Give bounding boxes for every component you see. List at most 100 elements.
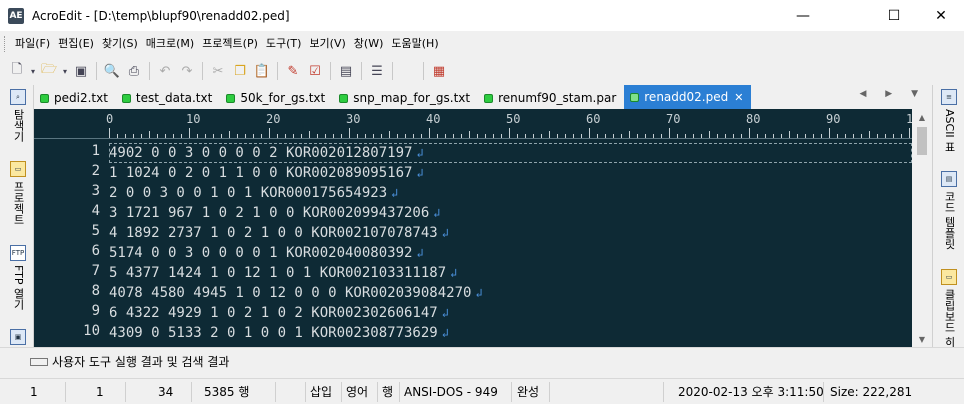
toolbar-separator (277, 62, 278, 80)
ruler-tick (853, 134, 854, 138)
ruler-tick (773, 134, 774, 138)
file-status-icon (40, 93, 49, 103)
code-line[interactable]: 3 1721 967 1 0 2 1 0 0 KOR002099437206 ↲ (109, 203, 441, 223)
sidebar-tab-project[interactable]: ▭ 프로젝트 (8, 161, 28, 225)
tab-snp-map-for-gs[interactable]: snp_map_for_gs.txt (333, 87, 478, 109)
ruler-tick (525, 134, 526, 138)
line-end-icon: ↲ (450, 266, 458, 280)
ruler-tick (613, 134, 614, 138)
sidebar-tab-window[interactable]: ▣ (8, 329, 28, 349)
scroll-down-icon[interactable]: ▼ (912, 331, 932, 347)
code-line[interactable]: 4 1892 2737 1 0 2 1 0 0 KOR002107078743 ↲ (109, 223, 449, 243)
ruler-tick (581, 134, 582, 138)
ascii-icon: ≡ (941, 89, 957, 105)
maximize-button[interactable]: ☐ (871, 0, 917, 31)
tab-50k-for-gs[interactable]: 50k_for_gs.txt (220, 87, 333, 109)
close-button[interactable]: ✕ (918, 0, 964, 31)
ruler-tick (685, 134, 686, 138)
save-icon[interactable]: ▣ (70, 60, 92, 82)
code-line[interactable]: 2 0 0 3 0 0 1 0 1 KOR000175654923 ↲ (109, 183, 398, 203)
code-line[interactable]: 1 1024 0 2 0 1 1 0 0 KOR002089095167 ↲ (109, 163, 424, 183)
sidebar-tab-label: ASCII 표 (943, 109, 956, 153)
open-folder-icon[interactable]: 🗁 (38, 60, 60, 82)
scroll-up-icon[interactable]: ▲ (912, 109, 932, 125)
toolbar-separator (149, 62, 150, 80)
menu-project[interactable]: 프로젝트(P) (198, 31, 262, 57)
ruler-tick (437, 134, 438, 138)
menu-tools[interactable]: 도구(T) (262, 31, 306, 57)
code-text-area[interactable]: 4902 0 0 3 0 0 0 0 2 KOR002012807197 ↲ 1 1… (109, 140, 912, 347)
line-number: 9 (91, 303, 100, 319)
page-icon[interactable]: ▤ (335, 60, 357, 82)
menu-view[interactable]: 보기(V) (305, 31, 349, 57)
line-number: 3 (91, 183, 100, 199)
sidebar-tab-ascii[interactable]: ≡ ASCII 표 (939, 89, 959, 152)
list-icon[interactable]: ☰ (366, 60, 388, 82)
vertical-scrollbar[interactable]: ▲ ▼ (912, 109, 932, 347)
line-number: 7 (91, 263, 100, 279)
menu-macro[interactable]: 매크로(M) (142, 31, 198, 57)
undo-icon[interactable]: ↶ (154, 60, 176, 82)
sidebar-tab-ftp[interactable]: FTP FTP 열기 (8, 245, 28, 310)
copy-icon[interactable]: ❐ (229, 60, 251, 82)
ruler-tick (445, 134, 446, 138)
ruler-tick (117, 134, 118, 138)
tab-close-icon[interactable]: ✕ (734, 91, 743, 104)
code-line[interactable]: 5174 0 0 3 0 0 0 0 1 KOR002040080392 ↲ (109, 243, 424, 263)
tab-renumf90-stam[interactable]: renumf90_stam.par (478, 87, 624, 109)
code-line[interactable]: 4902 0 0 3 0 0 0 0 2 KOR002012807197 ↲ (109, 143, 424, 163)
ruler-tick (333, 134, 334, 138)
minimize-button[interactable]: — (780, 0, 826, 31)
ruler-tick (381, 134, 382, 138)
ruler-tick (197, 134, 198, 138)
tab-renadd02[interactable]: renadd02.ped ✕ (624, 85, 752, 109)
menu-file[interactable]: 파일(F) (11, 31, 54, 57)
sidebar-tab-explorer[interactable]: ⌕ 탐색기 (8, 89, 28, 142)
editor-area[interactable]: 0 10 20 30 40 50 60 70 80 90 10 1 2 3 4 5 6 7 8 9 10 4902 0… (34, 109, 932, 347)
status-line-mode: 행 (378, 381, 400, 402)
code-line[interactable]: 4078 4580 4945 1 0 12 0 0 0 KOR002039084… (109, 283, 483, 303)
print-preview-icon[interactable]: 🔍 (101, 60, 123, 82)
menu-window[interactable]: 창(W) (350, 31, 388, 57)
menu-edit[interactable]: 편집(E) (54, 31, 98, 57)
redo-icon[interactable]: ↷ (176, 60, 198, 82)
menu-find[interactable]: 찾기(S) (98, 31, 142, 57)
calendar-icon[interactable]: ▦ (428, 60, 450, 82)
status-column: 1 (0, 381, 66, 402)
marker-icon[interactable]: ✎ (282, 60, 304, 82)
ruler-tick (469, 131, 470, 138)
ruler-tick (549, 131, 550, 138)
tab-pedi2[interactable]: pedi2.txt (34, 87, 116, 109)
print-icon[interactable]: ⎙ (123, 60, 145, 82)
window-title: AcroEdit - [D:\temp\blupf90\renadd02.ped… (32, 8, 290, 23)
sidebar-tab-code-template[interactable]: ▤ 코드 템플릿 (939, 171, 959, 250)
code-line[interactable]: 6 4322 4929 1 0 2 1 0 2 KOR002302606147 ↲ (109, 303, 449, 323)
code-line[interactable]: 4309 0 5133 2 0 1 0 0 1 KOR002308773629 ↲ (109, 323, 449, 343)
ruler-tick (733, 134, 734, 138)
dropdown-icon[interactable]: ▾ (60, 60, 70, 82)
paste-icon[interactable]: 📋 (251, 60, 273, 82)
new-file-icon[interactable]: 🗋 (6, 60, 28, 82)
tab-label: 50k_for_gs.txt (240, 91, 326, 105)
ruler-tick (805, 134, 806, 138)
tab-test-data[interactable]: test_data.txt (116, 87, 220, 109)
ruler-tick (149, 131, 150, 138)
line-number: 6 (91, 243, 100, 259)
code-line[interactable]: 5 4377 1424 1 0 12 1 0 1 KOR002103311187… (109, 263, 457, 283)
ruler-tick (629, 131, 630, 138)
sidebar-tab-clipboard[interactable]: ▭ 클립보드 히 (939, 269, 959, 348)
blank-icon[interactable] (397, 60, 419, 82)
scrollbar-thumb[interactable] (917, 127, 927, 155)
cut-icon[interactable]: ✂ (207, 60, 229, 82)
ruler-label: 50 (506, 112, 521, 126)
ruler-tick (845, 134, 846, 138)
checklist-icon[interactable]: ☑ (304, 60, 326, 82)
output-panel-bar[interactable]: 사용자 도구 실행 결과 및 검색 결과 (0, 347, 964, 375)
ruler-tick (597, 134, 598, 138)
ruler-tick (229, 131, 230, 138)
ruler-tick (485, 134, 486, 138)
line-end-icon: ↲ (391, 186, 399, 200)
menu-help[interactable]: 도움말(H) (387, 31, 442, 57)
dropdown-icon[interactable]: ▾ (28, 60, 38, 82)
tab-navigation-icons[interactable]: ◀ ▶ ▼ (860, 89, 927, 99)
